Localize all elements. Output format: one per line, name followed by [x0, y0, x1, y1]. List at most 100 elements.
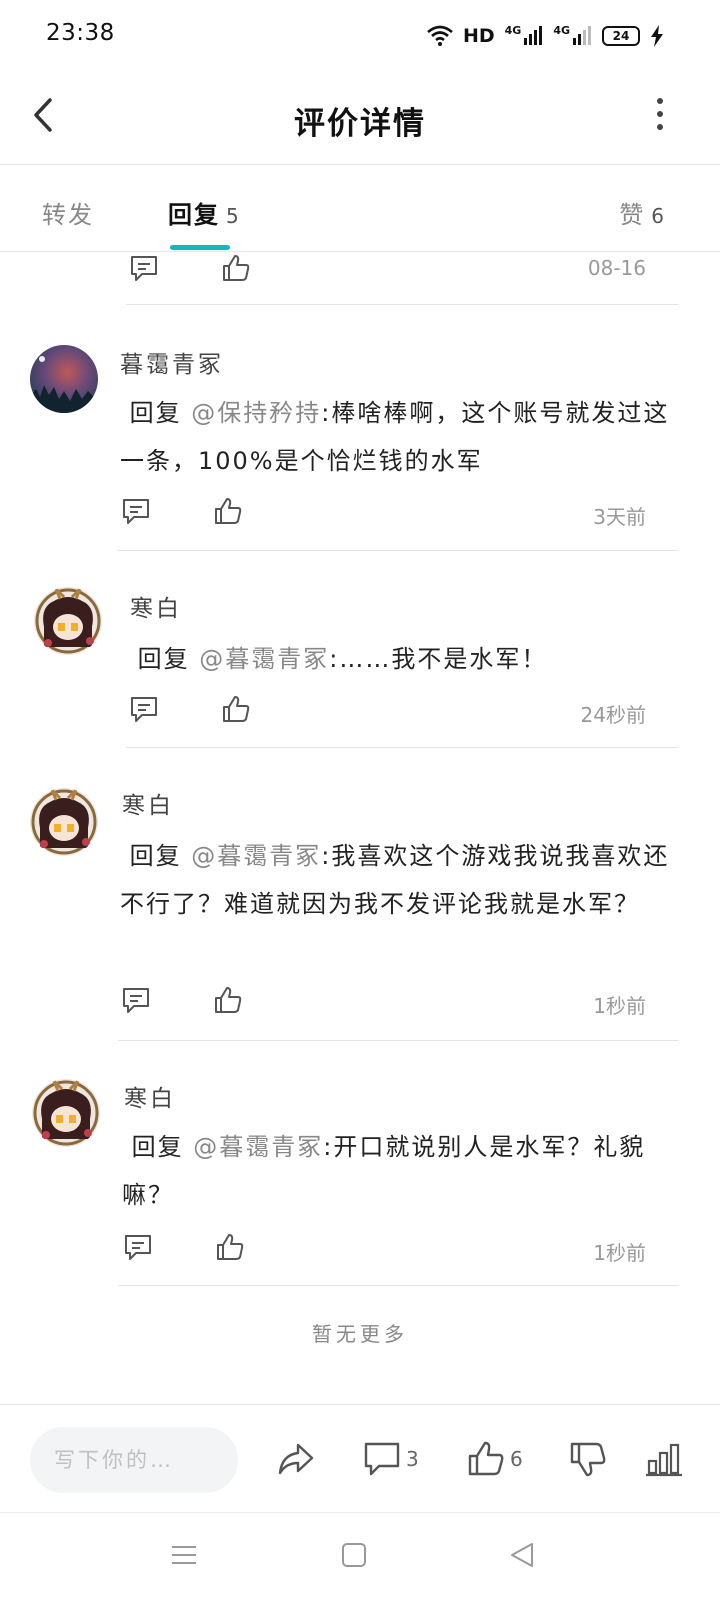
mention-link[interactable]: @保持矜持	[191, 399, 321, 427]
divider	[118, 1285, 678, 1286]
comment-time: 24秒前	[580, 703, 646, 727]
comment-input[interactable]	[30, 1427, 238, 1493]
tab-reply-label: 回复	[168, 201, 220, 229]
comment-icon	[125, 1235, 151, 1260]
bar-chart-icon	[646, 1443, 682, 1477]
like-button[interactable]	[220, 693, 252, 725]
share-icon	[278, 1443, 314, 1475]
commenter-name[interactable]: 寒白	[122, 786, 174, 820]
comment-item: 寒白 回复 @暮霭青冢:我喜欢这个游戏我说我喜欢还不行了？难道就因为我不发评论我…	[0, 748, 720, 1040]
like-count-button[interactable]	[466, 1439, 506, 1479]
commenter-name[interactable]: 寒白	[124, 1079, 176, 1113]
menu-icon	[172, 1546, 196, 1564]
share-button[interactable]	[276, 1439, 316, 1479]
avatar[interactable]	[30, 345, 98, 413]
comment-bubble-icon	[364, 1442, 400, 1476]
comment-count: 3	[406, 1447, 419, 1471]
comment-text: 回复 @暮霭青冢:开口就说别人是水军？礼貌嘛？	[122, 1123, 682, 1219]
avatar-image	[30, 345, 98, 413]
tab-like-count: 6	[651, 204, 666, 228]
comment-icon	[123, 988, 149, 1013]
thumbs-up-icon	[223, 696, 250, 722]
status-time: 23:38	[46, 20, 115, 46]
avatar[interactable]	[32, 1079, 100, 1147]
comment-item: 暮霭青冢 回复 @保持矜持:棒啥棒啊，这个账号就发过这一条，100%是个恰烂钱的…	[0, 305, 720, 550]
comment-item: 寒白 回复 @暮霭青冢:开口就说别人是水军？礼貌嘛？ 1秒前	[0, 1041, 720, 1285]
thumbs-down-icon	[570, 1442, 606, 1477]
hd-indicator: HD	[462, 25, 495, 47]
network-type-2: 4G	[553, 23, 570, 37]
home-button[interactable]	[340, 1541, 368, 1569]
square-icon	[342, 1543, 366, 1567]
comment-icon	[123, 499, 149, 524]
like-button[interactable]	[220, 252, 252, 284]
tab-like-label: 赞	[619, 201, 646, 229]
recent-apps-button[interactable]	[170, 1541, 198, 1569]
mention-link[interactable]: @暮霭青冢	[193, 1133, 323, 1161]
avatar-image	[34, 587, 102, 655]
avatar-image	[30, 788, 98, 856]
signal-icon	[524, 26, 543, 45]
active-tab-indicator	[170, 245, 230, 250]
tab-reply-count: 5	[226, 204, 241, 228]
reply-button[interactable]	[128, 252, 160, 284]
commenter-name[interactable]: 寒白	[130, 589, 182, 623]
reply-prefix: 回复	[137, 645, 190, 673]
thumbs-up-icon	[215, 987, 242, 1013]
signal-icon-2	[573, 26, 591, 45]
more-dot-icon	[657, 98, 663, 104]
reply-button[interactable]	[128, 693, 160, 725]
like-button[interactable]	[212, 984, 244, 1016]
avatar-image	[32, 1079, 100, 1147]
system-nav-bar	[0, 1512, 720, 1601]
comment-content: :……我不是水军！	[329, 645, 548, 673]
like-button[interactable]	[214, 1231, 246, 1263]
status-bar: 23:38 HD 4G 4G 24	[0, 0, 720, 72]
partial-comment-actions: 08-16	[126, 252, 686, 304]
tab-forward-label: 转发	[42, 201, 94, 229]
triangle-back-icon	[511, 1543, 533, 1567]
network-type-1: 4G	[504, 23, 522, 37]
comment-text: 回复 @保持矜持:棒啥棒啊，这个账号就发过这一条，100%是个恰烂钱的水军	[120, 389, 680, 485]
comment-icon	[131, 256, 157, 281]
comment-count-button[interactable]	[362, 1439, 402, 1479]
tab-forward[interactable]: 转发	[42, 195, 94, 230]
commenter-name[interactable]: 暮霭青冢	[120, 345, 224, 379]
reply-button[interactable]	[122, 1231, 154, 1263]
thumbs-up-icon	[223, 255, 250, 281]
reply-prefix: 回复	[129, 842, 182, 870]
avatar[interactable]	[30, 788, 98, 856]
comment-time: 08-16	[587, 256, 646, 280]
reply-button[interactable]	[120, 495, 152, 527]
tab-reply[interactable]: 回复 5	[168, 195, 241, 230]
mention-link[interactable]: @暮霭青冢	[191, 842, 321, 870]
dislike-button[interactable]	[568, 1439, 608, 1479]
comment-time: 3天前	[593, 505, 646, 529]
battery-icon: 24	[602, 26, 640, 46]
reply-button[interactable]	[120, 984, 152, 1016]
charging-icon	[651, 25, 663, 47]
comment-item: 寒白 回复 @暮霭青冢:……我不是水军！ 24秒前	[0, 551, 720, 747]
comment-text: 回复 @暮霭青冢:我喜欢这个游戏我说我喜欢还不行了？难道就因为我不发评论我就是水…	[120, 832, 680, 928]
like-count: 6	[510, 1447, 523, 1471]
more-options-button[interactable]	[654, 98, 666, 138]
header: 评价详情	[0, 72, 720, 165]
tab-like[interactable]: 赞6	[619, 195, 666, 230]
stats-button[interactable]	[644, 1439, 684, 1479]
reply-prefix: 回复	[131, 1133, 184, 1161]
status-icons: HD 4G 4G 24	[427, 22, 664, 50]
mention-link[interactable]: @暮霭青冢	[199, 645, 329, 673]
like-button[interactable]	[212, 495, 244, 527]
no-more-label: 暂无更多	[312, 1322, 408, 1346]
comment-time: 1秒前	[593, 1241, 646, 1265]
thumbs-up-icon	[468, 1441, 504, 1476]
avatar[interactable]	[34, 587, 102, 655]
thumbs-up-icon	[217, 1234, 244, 1260]
nav-back-button[interactable]	[508, 1541, 536, 1569]
wifi-icon	[427, 25, 453, 46]
comment-time: 1秒前	[593, 994, 646, 1018]
thumbs-up-icon	[215, 498, 242, 524]
comment-text: 回复 @暮霭青冢:……我不是水军！	[128, 635, 688, 683]
page-title: 评价详情	[294, 106, 426, 142]
tab-bar: 转发 回复 5 赞6	[0, 165, 720, 252]
